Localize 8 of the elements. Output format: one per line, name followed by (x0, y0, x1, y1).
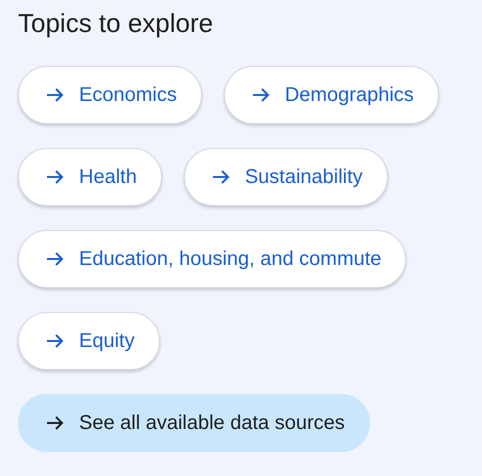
topic-chip[interactable]: Demographics (224, 66, 439, 124)
topic-chip[interactable]: Economics (18, 66, 202, 124)
topic-chip[interactable]: Sustainability (184, 148, 388, 206)
section-title: Topics to explore (18, 7, 214, 40)
topic-chip[interactable]: Education, housing, and commute (18, 230, 406, 288)
see-all-button[interactable]: See all available data sources (18, 394, 370, 452)
topic-chip[interactable]: Equity (18, 312, 160, 370)
topic-chip[interactable]: Health (18, 148, 162, 206)
